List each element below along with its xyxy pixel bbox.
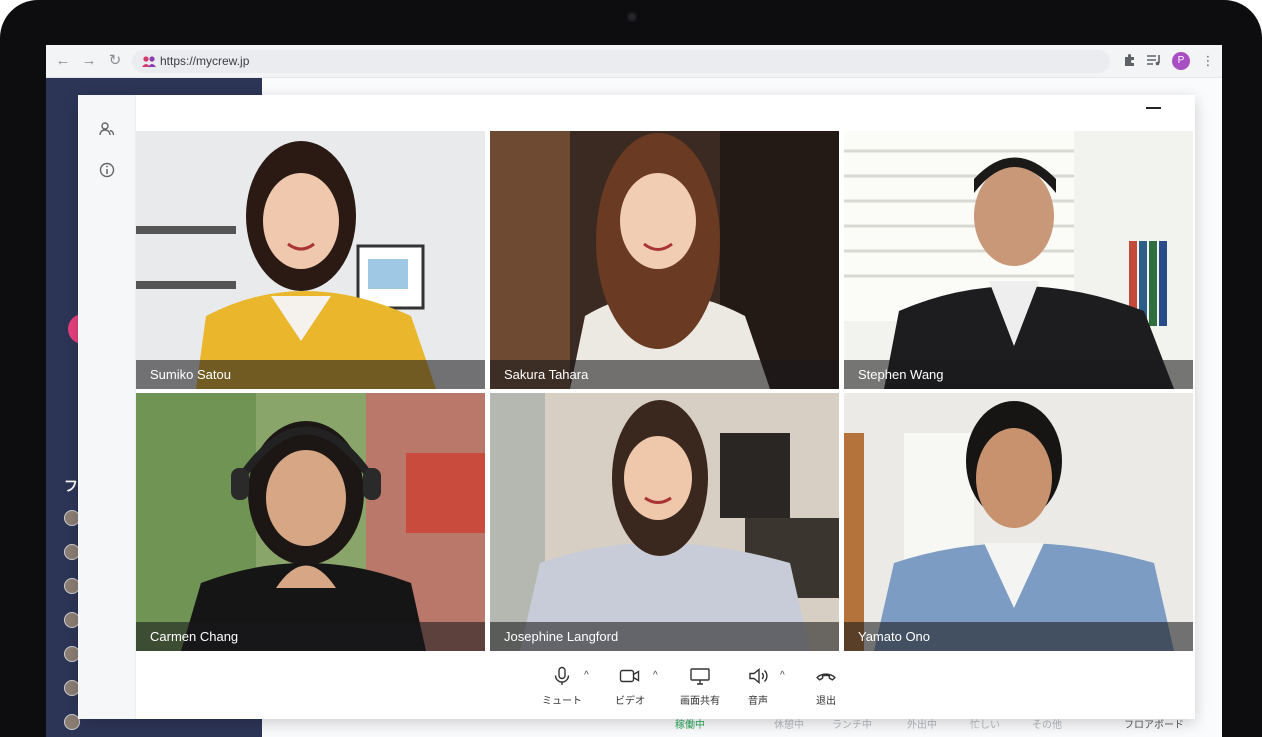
- participant-tile[interactable]: Sakura Tahara: [490, 131, 839, 389]
- audio-label: 音声: [748, 696, 768, 707]
- info-icon[interactable]: [97, 160, 117, 180]
- screen-share-label: 画面共有: [680, 696, 720, 707]
- participant-name-bar: Josephine Langford: [490, 622, 839, 651]
- video-label: ビデオ: [615, 696, 645, 707]
- audio-options-caret-icon[interactable]: ^: [780, 670, 785, 681]
- participant-name: Sakura Tahara: [504, 367, 589, 382]
- participant-name-bar: Stephen Wang: [844, 360, 1193, 389]
- participant-name: Stephen Wang: [858, 367, 944, 382]
- participant-video: [136, 131, 485, 389]
- participant-name: Sumiko Satou: [150, 367, 231, 382]
- address-bar[interactable]: https://mycrew.jp: [132, 50, 1110, 73]
- kebab-menu-icon[interactable]: ⋮: [1200, 53, 1216, 69]
- leave-label: 退出: [816, 696, 836, 707]
- participant-video: [490, 131, 839, 389]
- participant-tile[interactable]: Carmen Chang: [136, 393, 485, 651]
- back-arrow-icon[interactable]: ←: [54, 52, 72, 70]
- webcam: [627, 12, 637, 22]
- participant-tile[interactable]: Yamato Ono: [844, 393, 1193, 651]
- video-button[interactable]: ビデオ: [606, 666, 654, 710]
- url-text: https://mycrew.jp: [160, 54, 250, 68]
- mute-label: ミュート: [542, 696, 582, 707]
- media-queue-icon[interactable]: [1146, 53, 1162, 69]
- participant-video: [490, 393, 839, 651]
- video-options-caret-icon[interactable]: ^: [653, 670, 658, 681]
- leave-button[interactable]: 退出: [806, 666, 846, 710]
- participant-name-bar: Yamato Ono: [844, 622, 1193, 651]
- browser-toolbar: ← → ↻ https://mycrew.jp P ⋮: [46, 45, 1222, 78]
- laptop-screen: ← → ↻ https://mycrew.jp P ⋮ フ 稼働中 休憩中 ラン…: [46, 45, 1222, 737]
- participant-name: Yamato Ono: [858, 629, 931, 644]
- mute-options-caret-icon[interactable]: ^: [584, 670, 589, 681]
- mute-button[interactable]: ミュート: [534, 666, 590, 710]
- participant-name: Carmen Chang: [150, 629, 239, 644]
- extensions-puzzle-icon[interactable]: [1121, 53, 1137, 69]
- screen-share-icon: [690, 668, 710, 685]
- sidebar-section-label: フ: [64, 478, 78, 494]
- participants-icon[interactable]: [97, 119, 117, 139]
- video-camera-icon: [619, 669, 640, 683]
- reload-icon[interactable]: ↻: [106, 52, 124, 70]
- speaker-icon: [749, 668, 768, 684]
- participant-name-bar: Carmen Chang: [136, 622, 485, 651]
- forward-arrow-icon[interactable]: →: [80, 52, 98, 70]
- participant-tile[interactable]: Stephen Wang: [844, 131, 1193, 389]
- site-favicon-icon: [142, 56, 156, 67]
- participant-video: [136, 393, 485, 651]
- participant-tile[interactable]: Josephine Langford: [490, 393, 839, 651]
- minimize-icon[interactable]: [1146, 107, 1161, 109]
- hang-up-icon: [816, 673, 836, 681]
- participant-video: [844, 131, 1193, 389]
- profile-avatar[interactable]: P: [1172, 52, 1190, 70]
- participant-name-bar: Sumiko Satou: [136, 360, 485, 389]
- participant-name-bar: Sakura Tahara: [490, 360, 839, 389]
- microphone-icon: [554, 666, 570, 685]
- screen-share-button[interactable]: 画面共有: [670, 666, 730, 710]
- participant-video: [844, 393, 1193, 651]
- participant-name: Josephine Langford: [504, 629, 619, 644]
- video-meeting-modal: Sumiko Satou Sakura Tahara Stephen Wang …: [78, 95, 1195, 719]
- audio-button[interactable]: 音声: [738, 666, 778, 710]
- participant-tile[interactable]: Sumiko Satou: [136, 131, 485, 389]
- meeting-side-rail: [78, 95, 136, 719]
